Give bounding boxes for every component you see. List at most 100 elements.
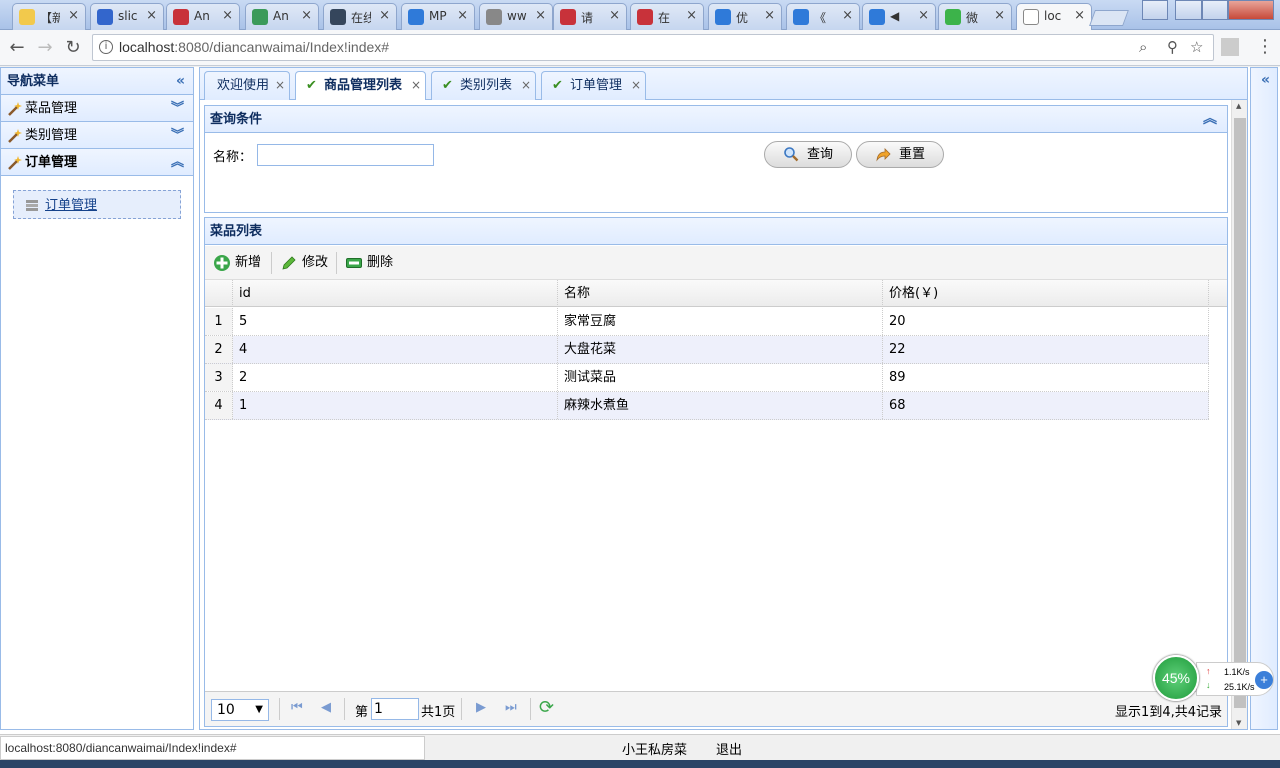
star-icon[interactable]: ☆: [1190, 38, 1203, 56]
address-bar[interactable]: i localhost:8080/diancanwaimai/Index!ind…: [92, 34, 1214, 61]
edit-button[interactable]: 修改: [280, 252, 328, 274]
edit-button-label: 修改: [302, 255, 329, 270]
scroll-down-icon[interactable]: ▼: [1236, 719, 1241, 727]
column-header-id[interactable]: id: [233, 280, 558, 307]
favicon-icon: [486, 9, 502, 25]
reset-button[interactable]: 重置: [856, 141, 944, 168]
browser-tab[interactable]: 【新 ×: [12, 3, 86, 30]
zoom-icon[interactable]: ⌕: [1139, 38, 1147, 56]
browser-tab[interactable]: 《 ×: [786, 3, 860, 30]
table-row[interactable]: 1 5 家常豆腐 20: [205, 308, 1209, 336]
column-header-name[interactable]: 名称: [558, 280, 883, 307]
reload-icon[interactable]: ↻: [62, 37, 84, 58]
menu-icon[interactable]: ⋮: [1256, 36, 1274, 57]
close-tab-icon[interactable]: ×: [918, 8, 929, 23]
name-input[interactable]: [257, 144, 434, 166]
browser-tab[interactable]: loc ×: [1016, 3, 1092, 31]
accordion-orders[interactable]: 订单管理 ︽: [1, 149, 193, 176]
new-tab-button[interactable]: [1089, 10, 1129, 26]
user-icon[interactable]: [1142, 0, 1168, 20]
column-header-price[interactable]: 价格(￥): [883, 280, 1209, 307]
close-tab-icon[interactable]: ×: [68, 8, 79, 23]
logout-link[interactable]: 退出: [716, 739, 742, 758]
close-icon[interactable]: ×: [631, 72, 641, 99]
collapse-right-icon[interactable]: «: [1261, 72, 1270, 88]
close-window-button[interactable]: [1228, 0, 1274, 20]
close-tab-icon[interactable]: ×: [609, 8, 620, 23]
page-size-select[interactable]: 10 ▼: [211, 699, 269, 721]
close-icon[interactable]: ×: [411, 72, 421, 99]
accordion-orders-body: 订单管理: [1, 176, 193, 233]
pdf-extension-icon[interactable]: [1221, 38, 1239, 56]
east-panel: «: [1250, 67, 1278, 730]
close-tab-icon[interactable]: ×: [301, 8, 312, 23]
last-page-icon[interactable]: ⏭: [505, 700, 517, 715]
chevron-down-icon[interactable]: ︾: [171, 122, 184, 149]
browser-tab[interactable]: ww ×: [479, 3, 553, 30]
back-icon[interactable]: ←: [6, 37, 28, 58]
close-icon[interactable]: ×: [275, 72, 285, 99]
tab-welcome-label: 欢迎使用: [217, 78, 270, 93]
table-row[interactable]: 4 1 麻辣水煮鱼 68: [205, 392, 1209, 420]
first-page-icon[interactable]: ⏮: [291, 700, 303, 715]
accordion-dishes[interactable]: 菜品管理 ︾: [1, 95, 193, 122]
refresh-icon[interactable]: ⟳: [539, 697, 554, 718]
chevron-up-icon[interactable]: ︽: [1203, 106, 1217, 133]
browser-tab[interactable]: slic ×: [90, 3, 164, 30]
close-tab-icon[interactable]: ×: [457, 8, 468, 23]
sidebar-item-orders[interactable]: 订单管理: [13, 190, 181, 219]
close-tab-icon[interactable]: ×: [686, 8, 697, 23]
browser-tab-title: 优: [736, 11, 749, 25]
tab-product-list[interactable]: ✔ 商品管理列表 ×: [295, 71, 426, 101]
tab-orders[interactable]: ✔ 订单管理 ×: [541, 71, 646, 100]
browser-tab[interactable]: 优 ×: [708, 3, 782, 30]
close-tab-icon[interactable]: ×: [994, 8, 1005, 23]
network-usage-ball[interactable]: 45%: [1153, 655, 1199, 701]
close-icon[interactable]: ×: [521, 72, 531, 99]
close-tab-icon[interactable]: ×: [535, 8, 546, 23]
maximize-button[interactable]: [1202, 0, 1228, 20]
search-button[interactable]: 查询: [764, 141, 852, 168]
browser-tab[interactable]: An ×: [166, 3, 240, 30]
accordion-orders-label: 订单管理: [25, 155, 78, 170]
delete-button[interactable]: 删除: [345, 252, 393, 274]
table-row[interactable]: 3 2 测试菜品 89: [205, 364, 1209, 392]
browser-tab[interactable]: 请 ×: [553, 3, 627, 30]
close-tab-icon[interactable]: ×: [146, 8, 157, 23]
browser-tab[interactable]: ◀ ×: [862, 3, 936, 30]
close-tab-icon[interactable]: ×: [764, 8, 775, 23]
close-tab-icon[interactable]: ×: [379, 8, 390, 23]
close-tab-icon[interactable]: ×: [222, 8, 233, 23]
add-button[interactable]: 新增: [213, 252, 261, 274]
browser-tab[interactable]: An ×: [245, 3, 319, 30]
scrollbar-thumb[interactable]: [1234, 118, 1246, 708]
close-tab-icon[interactable]: ×: [842, 8, 853, 23]
cell-price: 89: [883, 364, 1209, 391]
close-tab-icon[interactable]: ×: [1074, 8, 1085, 23]
browser-tab[interactable]: MP ×: [401, 3, 475, 30]
scroll-up-icon[interactable]: ▲: [1236, 102, 1241, 110]
table-row[interactable]: 2 4 大盘花菜 22: [205, 336, 1209, 364]
download-speed: 25.1K/s: [1224, 682, 1255, 692]
rownum-header: [205, 280, 233, 307]
page-number-input[interactable]: 1: [371, 698, 419, 720]
page-prefix-label: 第: [355, 705, 369, 720]
info-icon[interactable]: i: [99, 40, 113, 54]
content-scrollbar[interactable]: ▲ ▼: [1231, 100, 1247, 729]
browser-tab[interactable]: 在 ×: [630, 3, 704, 30]
tab-category-list[interactable]: ✔ 类别列表 ×: [431, 71, 536, 100]
key-icon[interactable]: ⚲: [1167, 38, 1178, 56]
chevron-up-icon[interactable]: ︽: [171, 149, 184, 176]
prev-page-icon[interactable]: ◀: [321, 700, 331, 715]
accordion-category[interactable]: 类别管理 ︾: [1, 122, 193, 149]
chevron-down-icon[interactable]: ︾: [171, 95, 184, 122]
plus-icon[interactable]: +: [1255, 671, 1273, 689]
tab-welcome[interactable]: 欢迎使用 ×: [204, 71, 290, 100]
forward-icon[interactable]: →: [34, 37, 56, 58]
next-page-icon[interactable]: ▶: [476, 700, 486, 715]
browser-tab[interactable]: 在线 ×: [323, 3, 397, 30]
minimize-button[interactable]: [1175, 0, 1202, 20]
browser-tab[interactable]: 微 ×: [938, 3, 1012, 30]
browser-toolbar: ← → ↻ i localhost:8080/diancanwaimai/Ind…: [0, 30, 1280, 66]
collapse-left-icon[interactable]: «: [176, 68, 185, 95]
